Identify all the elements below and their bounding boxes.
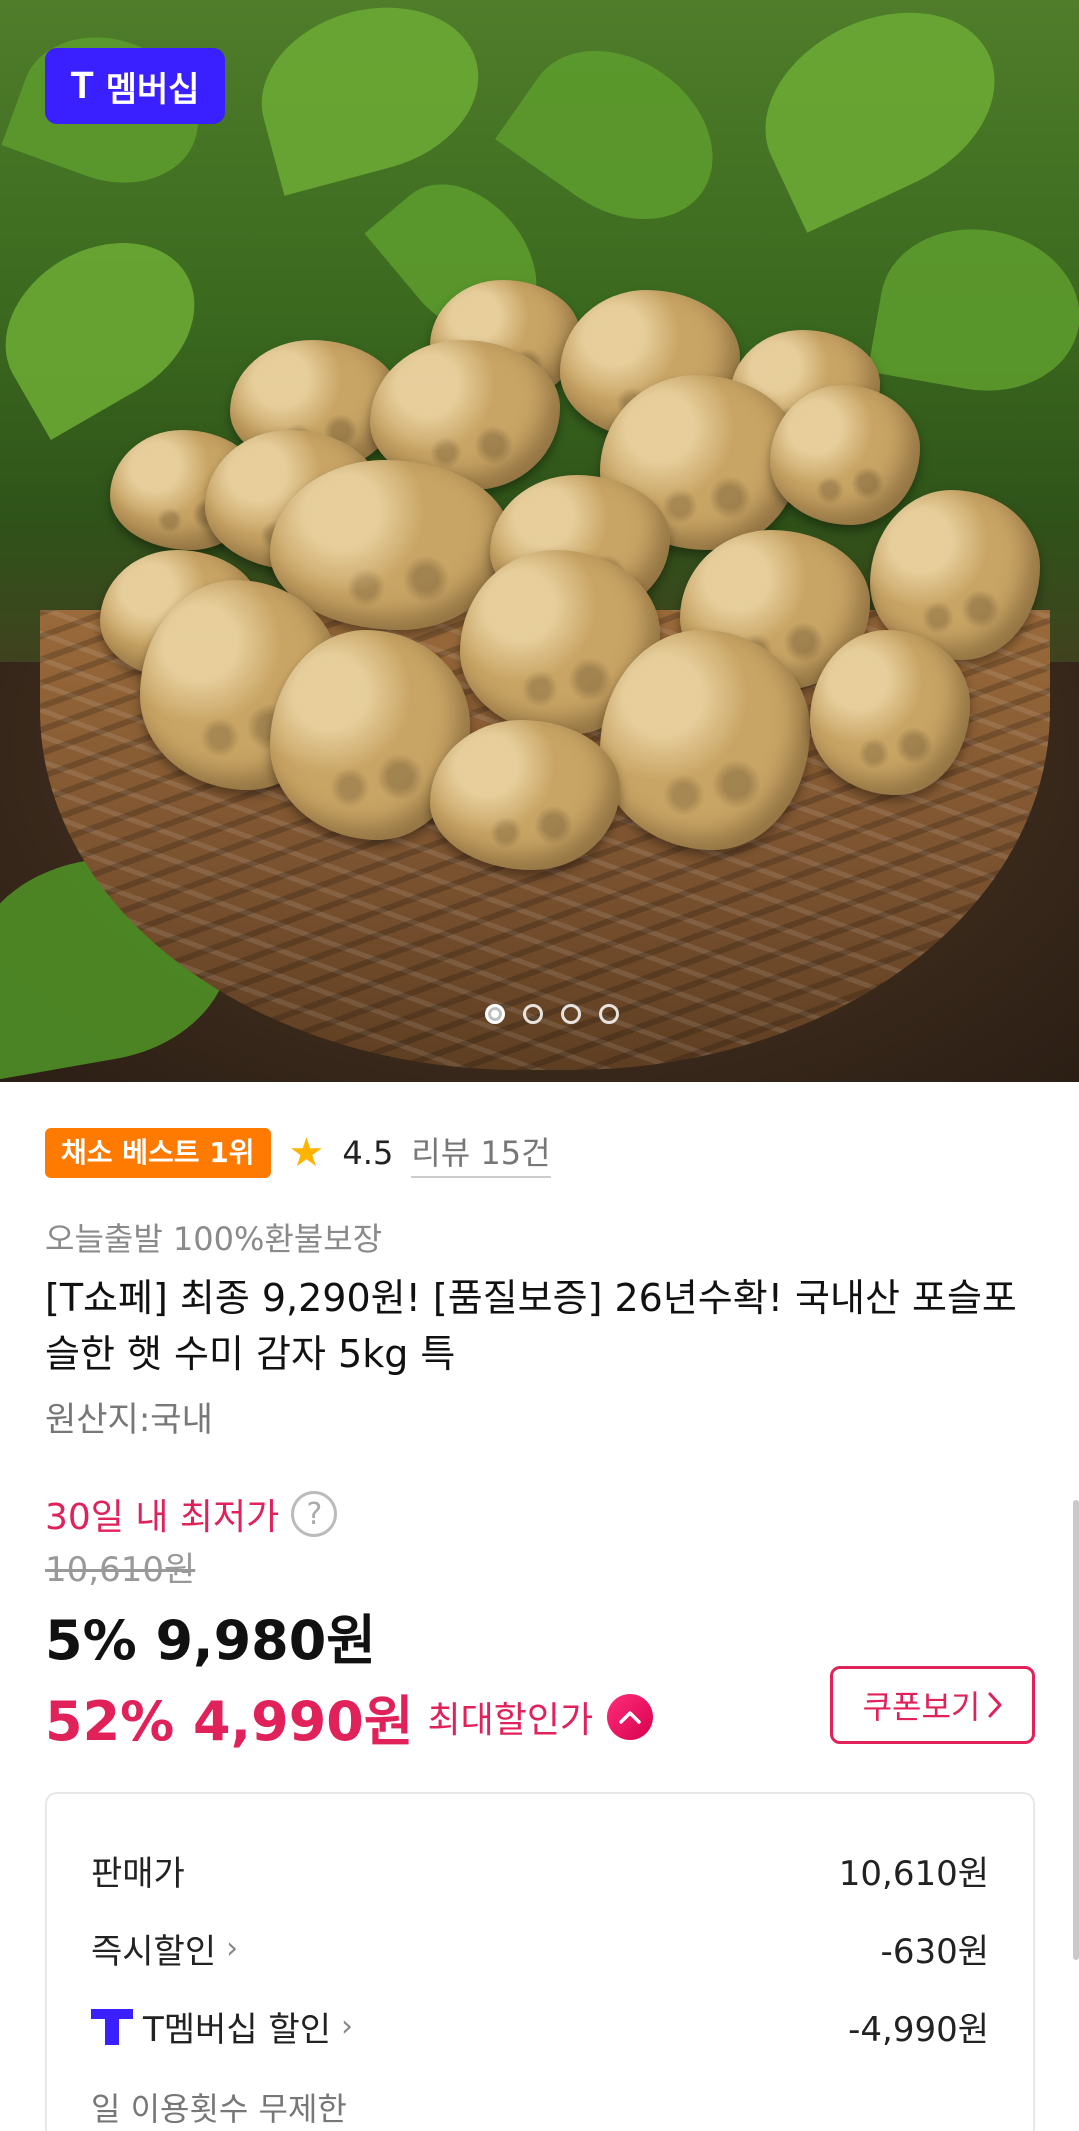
breakdown-value: -630원 [880,1932,989,1972]
potato [430,720,620,870]
potato [770,385,920,525]
max-discount-row: 52% 4,990원 최대할인가 [45,1677,654,1756]
scrollbar[interactable] [1073,1500,1079,1960]
breakdown-label: T멤버십 할인 [143,2010,331,2050]
chevron-up-icon[interactable] [607,1693,654,1740]
t-membership-icon [91,2007,133,2047]
potato [600,630,810,850]
lowest-price-label: 30일 내 최저가 ? [45,1488,338,1540]
lowest-price-text: 30일 내 최저가 [45,1497,280,1538]
product-image-carousel[interactable]: T 멤버십 [0,0,1079,1082]
breakdown-label: 판매가 [91,1854,185,1894]
chevron-right-icon: › [226,1931,239,1966]
best-badge: 채소 베스트 1위 [45,1128,271,1178]
breakdown-row-sale-price: 판매가 10,610원 [91,1846,989,1895]
chevron-right-icon: › [340,2009,353,2044]
leaf [867,213,1079,407]
product-origin: 원산지:국내 [45,1400,213,1440]
max-discount-price: 52% 4,990원 [45,1690,414,1753]
carousel-indicator [0,1004,1079,1024]
usage-note: 일 이용횟수 무제한 [91,2090,347,2128]
potato-basket [40,280,1050,1070]
carousel-dot[interactable] [560,1004,581,1024]
view-coupon-button[interactable]: 쿠폰보기 [830,1666,1035,1744]
t-membership-badge: T 멤버십 [45,48,225,124]
star-icon: ★ [288,1130,325,1176]
carousel-dot[interactable] [522,1004,543,1024]
chevron-right-icon [988,1692,1002,1718]
potato [810,630,970,795]
leaf [243,0,497,196]
max-discount-label: 최대할인가 [427,1699,594,1741]
leaf [495,16,745,254]
price-breakdown: 판매가 10,610원 즉시할인 › -630원 T멤버십 할인 › -4,99… [45,1792,1035,2131]
view-coupon-label: 쿠폰보기 [862,1688,981,1726]
carousel-dot[interactable] [598,1004,619,1024]
carousel-dot[interactable] [484,1004,505,1024]
original-price: 10,610원 [45,1550,196,1590]
reviews-link[interactable]: 리뷰 15건 [411,1128,551,1178]
leaf [735,0,1025,233]
sale-price: 5% 9,980원 [45,1609,376,1672]
help-icon[interactable]: ? [291,1491,338,1537]
rating-value: 4.5 [342,1134,394,1172]
breakdown-row-membership-discount[interactable]: T멤버십 할인 › -4,990원 [91,2002,989,2051]
t-membership-badge-label: 멤버십 [105,70,200,109]
breakdown-value: -4,990원 [848,2010,989,2050]
breakdown-value: 10,610원 [838,1854,989,1894]
t-logo-mark: T [70,64,94,107]
breakdown-row-instant-discount[interactable]: 즉시할인 › -630원 [91,1924,989,1973]
breakdown-label: 즉시할인 [91,1932,217,1972]
rating-row: 채소 베스트 1위 ★ 4.5 리뷰 15건 [45,1128,551,1178]
shipping-tags: 오늘출발 100%환불보장 [45,1220,383,1258]
product-title: [T쇼페] 최종 9,290원! [품질보증] 26년수확! 국내산 포슬포슬한… [45,1276,1017,1376]
